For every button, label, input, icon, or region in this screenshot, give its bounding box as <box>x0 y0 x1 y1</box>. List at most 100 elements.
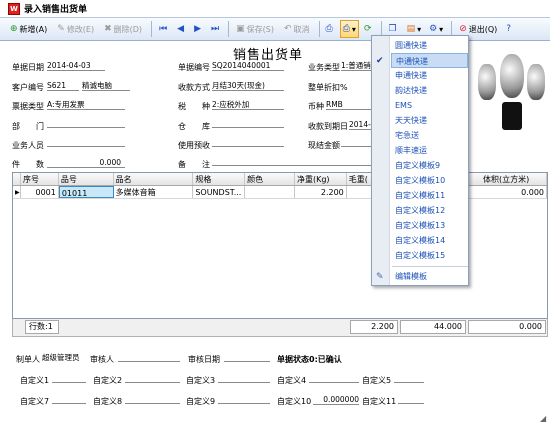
menu-item-shunfeng[interactable]: 顺丰速运 <box>391 143 468 158</box>
custom10-label: 自定义10 <box>277 397 312 406</box>
menu-icon-strip <box>372 36 390 285</box>
menu-item-custom9[interactable]: 自定义模板9 <box>391 158 468 173</box>
prev-record-button[interactable]: ◀ <box>173 20 188 38</box>
cell-color[interactable] <box>245 186 295 198</box>
menu-item-yuantong[interactable]: 圆通快递 <box>391 38 468 53</box>
date-label: 单据日期 <box>12 63 44 72</box>
dept-field[interactable] <box>47 118 125 128</box>
col-header-spec[interactable]: 规格 <box>193 173 246 185</box>
printer-icon: ⎙ <box>325 24 333 34</box>
menu-item-custom10[interactable]: 自定义模板10 <box>391 173 468 188</box>
menu-item-shentong[interactable]: 申通快递 <box>391 68 468 83</box>
custom8-field[interactable] <box>125 394 180 404</box>
custom1-field[interactable] <box>52 373 86 383</box>
cell-seq[interactable]: 0001 <box>21 186 59 198</box>
cash-label: 现结金额 <box>308 141 340 150</box>
chevron-down-icon: ▾ <box>351 24 356 34</box>
first-record-button[interactable]: ⏮ <box>155 20 171 38</box>
cancel-label: 取消 <box>293 24 310 34</box>
delete-button[interactable]: ✖ 删除(D) <box>100 20 146 38</box>
cell-net-weight[interactable]: 2.200 <box>295 186 347 198</box>
warehouse-field[interactable] <box>212 118 284 128</box>
menu-item-ems[interactable]: EMS <box>391 98 468 113</box>
custom9-field[interactable] <box>218 394 270 404</box>
col-header-net-weight[interactable]: 净重(Kg) <box>295 173 347 185</box>
product-image <box>472 44 548 134</box>
qty-label: 件 数 <box>12 160 44 169</box>
new-button[interactable]: ⊕ 新增(A) <box>6 20 51 38</box>
cell-volume[interactable]: 0.000 <box>466 186 547 198</box>
app-icon: W <box>8 2 20 15</box>
custom11-field[interactable] <box>398 394 424 404</box>
invoice-label: 票据类型 <box>12 102 44 111</box>
save-button[interactable]: ▣ 保存(S) <box>232 20 278 38</box>
menu-item-edit-template[interactable]: 编辑模板 <box>391 269 468 284</box>
window-title: 录入销售出货单 <box>24 5 88 15</box>
col-header-color[interactable]: 颜色 <box>245 173 295 185</box>
menu-item-zhaijisong[interactable]: 宅急送 <box>391 128 468 143</box>
menu-separator <box>392 266 468 267</box>
prepay-field[interactable] <box>212 137 284 147</box>
save-icon: ▣ <box>236 24 245 34</box>
currency-field[interactable]: RMB <box>326 99 371 110</box>
menu-item-custom11[interactable]: 自定义模板11 <box>391 188 468 203</box>
menu-item-custom15[interactable]: 自定义模板15 <box>391 248 468 263</box>
next-record-button[interactable]: ▶ <box>190 20 205 38</box>
custom5-label: 自定义5 <box>362 376 392 385</box>
cell-code[interactable]: 01011 <box>58 186 114 198</box>
custom4-field[interactable] <box>309 373 359 383</box>
dept-label: 部 门 <box>12 122 44 131</box>
payment-field[interactable]: 月结30天(现金) <box>212 80 284 91</box>
col-header-volume[interactable]: 体积(立方米) <box>466 173 547 185</box>
menu-item-yunda[interactable]: 韵达快递 <box>391 83 468 98</box>
menu-item-custom14[interactable]: 自定义模板14 <box>391 233 468 248</box>
tax-field[interactable]: 2:应税外加 <box>212 99 284 110</box>
menu-item-tiantian[interactable]: 天天快递 <box>391 113 468 128</box>
last-record-button[interactable]: ⏭ <box>207 20 223 38</box>
menu-item-custom12[interactable]: 自定义模板12 <box>391 203 468 218</box>
print-button[interactable]: ⎙ <box>323 20 338 38</box>
col-header-name[interactable]: 品名 <box>114 173 194 185</box>
edit-button[interactable]: ✎ 修改(E) <box>53 20 98 38</box>
cancel-button[interactable]: ↶ 取消 <box>280 20 314 38</box>
col-header-code[interactable]: 品号 <box>59 173 114 185</box>
custom2-field[interactable] <box>125 373 180 383</box>
custom2-label: 自定义2 <box>93 376 123 385</box>
menu-item-zhongtong[interactable]: 中通快递 <box>391 53 468 68</box>
row-count: 行数:1 <box>25 320 59 334</box>
col-header-gross-weight[interactable]: 毛重( <box>347 173 372 185</box>
cash-field[interactable] <box>341 137 371 147</box>
audit-date-label: 审核日期 <box>188 355 220 364</box>
remark-field[interactable] <box>212 156 371 166</box>
menu-item-custom13[interactable]: 自定义模板13 <box>391 218 468 233</box>
doc-no-field[interactable]: SQ2014040001 <box>212 60 284 71</box>
qty-field[interactable]: 0.000 <box>47 157 125 168</box>
resize-grip-icon[interactable]: ◢ <box>540 414 546 423</box>
due-date-field[interactable]: 2014-0 <box>349 119 371 130</box>
cell-gross-weight[interactable] <box>347 186 372 198</box>
layout-icon: ▤ <box>406 24 416 34</box>
toolbar-separator <box>228 21 230 37</box>
cell-name[interactable]: 多媒体音箱 <box>114 186 194 198</box>
doc-no-label: 单据编号 <box>178 63 210 72</box>
currency-label: 币种 <box>308 102 324 111</box>
custom7-field[interactable] <box>52 394 86 404</box>
custom5-field[interactable] <box>394 373 424 383</box>
salesman-field[interactable] <box>47 137 125 147</box>
custom1-label: 自定义1 <box>20 376 50 385</box>
prev-icon: ◀ <box>177 24 185 34</box>
volume-total: 0.000 <box>468 320 546 334</box>
help-button[interactable]: ? <box>503 20 516 38</box>
cell-spec[interactable]: SOUNDST... <box>193 186 246 198</box>
express-print-button[interactable]: ⎙ ▾ <box>339 20 359 38</box>
customer-code-field[interactable]: S621 <box>47 80 79 91</box>
last-icon: ⏭ <box>211 24 220 34</box>
custom10-field[interactable]: 0.000000 <box>313 394 359 405</box>
biz-type-field[interactable]: 1:普通销 <box>341 60 371 71</box>
invoice-field[interactable]: A:专用发票 <box>47 99 125 110</box>
date-field[interactable]: 2014-04-03 <box>47 60 105 71</box>
custom3-field[interactable] <box>218 373 270 383</box>
col-header-seq[interactable]: 序号 <box>21 173 59 185</box>
save-label: 保存(S) <box>246 24 274 34</box>
pencil-icon: ✎ <box>57 24 65 34</box>
